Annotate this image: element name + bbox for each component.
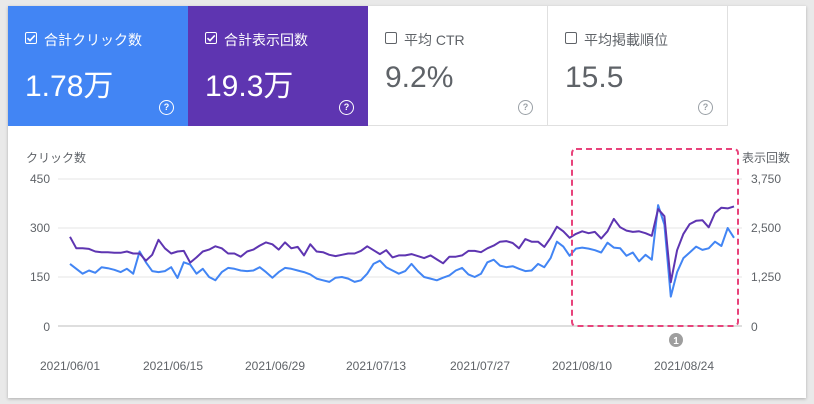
x-tick: 2021/06/15 bbox=[143, 359, 203, 373]
x-tick: 2021/07/27 bbox=[450, 359, 510, 373]
y-right-tick: 2,500 bbox=[751, 221, 781, 235]
x-tick: 2021/06/01 bbox=[40, 359, 100, 373]
y-left-axis-title: クリック数 bbox=[26, 150, 86, 165]
y-right-tick: 1,250 bbox=[751, 270, 781, 284]
annotation-label: 1 bbox=[673, 336, 679, 347]
y-right-ticks: 3,750 2,500 1,250 0 bbox=[751, 172, 781, 334]
x-tick: 2021/08/24 bbox=[654, 359, 714, 373]
y-left-tick: 300 bbox=[30, 221, 50, 235]
x-axis-ticks: 2021/06/01 2021/06/15 2021/06/29 2021/07… bbox=[40, 359, 714, 373]
series-line-clicks bbox=[69, 204, 735, 298]
series-line-impressions bbox=[69, 205, 735, 284]
y-left-tick: 450 bbox=[30, 172, 50, 186]
y-right-tick: 0 bbox=[751, 320, 758, 334]
performance-chart: クリック数 表示回数 450 300 150 0 3,750 2,500 1,2… bbox=[26, 148, 790, 373]
y-left-tick: 0 bbox=[43, 320, 50, 334]
y-left-ticks: 450 300 150 0 bbox=[30, 172, 50, 334]
y-right-tick: 3,750 bbox=[751, 172, 781, 186]
x-tick: 2021/08/10 bbox=[552, 359, 612, 373]
y-right-axis-title: 表示回数 bbox=[742, 150, 790, 165]
annotation-marker[interactable]: 1 bbox=[669, 333, 683, 347]
y-left-tick: 150 bbox=[30, 270, 50, 284]
chart-series bbox=[69, 204, 735, 298]
performance-card: 合計クリック数 1.78万 ? 合計表示回数 19.3万 ? 平均 CTR 9.… bbox=[8, 6, 806, 398]
x-tick: 2021/07/13 bbox=[346, 359, 406, 373]
x-tick: 2021/06/29 bbox=[245, 359, 305, 373]
grid-lines bbox=[58, 178, 742, 327]
